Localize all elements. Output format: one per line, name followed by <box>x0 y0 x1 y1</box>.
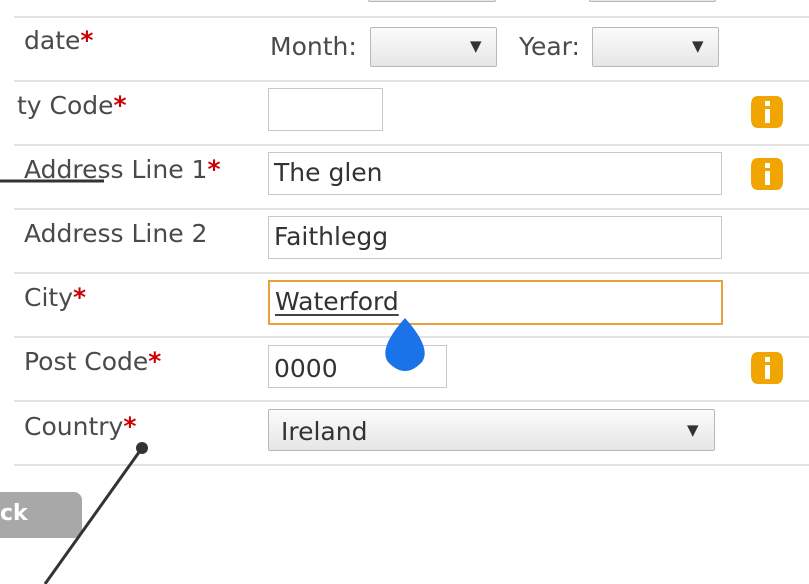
postcode-label: Post Code* <box>24 347 162 376</box>
postcode-input[interactable]: 0000 <box>268 345 447 388</box>
divider <box>14 464 809 466</box>
info-icon[interactable] <box>750 155 784 193</box>
divider <box>14 144 809 146</box>
divider <box>14 400 809 402</box>
security-code-label: ty Code* <box>17 91 127 120</box>
divider <box>14 272 809 274</box>
chevron-down-icon: ▼ <box>687 421 699 439</box>
pointer-dot <box>136 442 148 454</box>
address2-label: Address Line 2 <box>24 219 208 248</box>
info-icon[interactable] <box>750 349 784 387</box>
divider <box>14 208 809 210</box>
chevron-down-icon: ▼ <box>470 37 482 55</box>
city-input-value: Waterford <box>275 287 399 316</box>
month-label: Month: <box>270 32 357 61</box>
divider <box>14 16 809 18</box>
year-label: Year: <box>519 32 580 61</box>
partial-select-1[interactable] <box>368 0 496 2</box>
dob-label: date* <box>24 26 94 55</box>
country-label: Country* <box>24 412 137 441</box>
address2-input[interactable]: Faithlegg <box>268 216 722 259</box>
address1-label: Address Line 1* <box>24 155 221 184</box>
city-input[interactable]: Waterford <box>268 280 723 325</box>
divider <box>14 80 809 82</box>
divider <box>14 336 809 338</box>
year-select[interactable]: ▼ <box>592 27 719 67</box>
month-select[interactable]: ▼ <box>370 27 497 67</box>
security-code-input[interactable] <box>268 88 383 131</box>
country-select[interactable]: Ireland ▼ <box>268 409 715 451</box>
partial-select-2[interactable] <box>589 0 716 2</box>
city-label: City* <box>24 283 87 312</box>
back-button[interactable]: ck <box>0 492 82 538</box>
country-select-value: Ireland <box>281 417 368 446</box>
chevron-down-icon: ▼ <box>692 37 704 55</box>
info-icon[interactable] <box>750 93 784 131</box>
address1-input[interactable]: The glen <box>268 152 722 195</box>
